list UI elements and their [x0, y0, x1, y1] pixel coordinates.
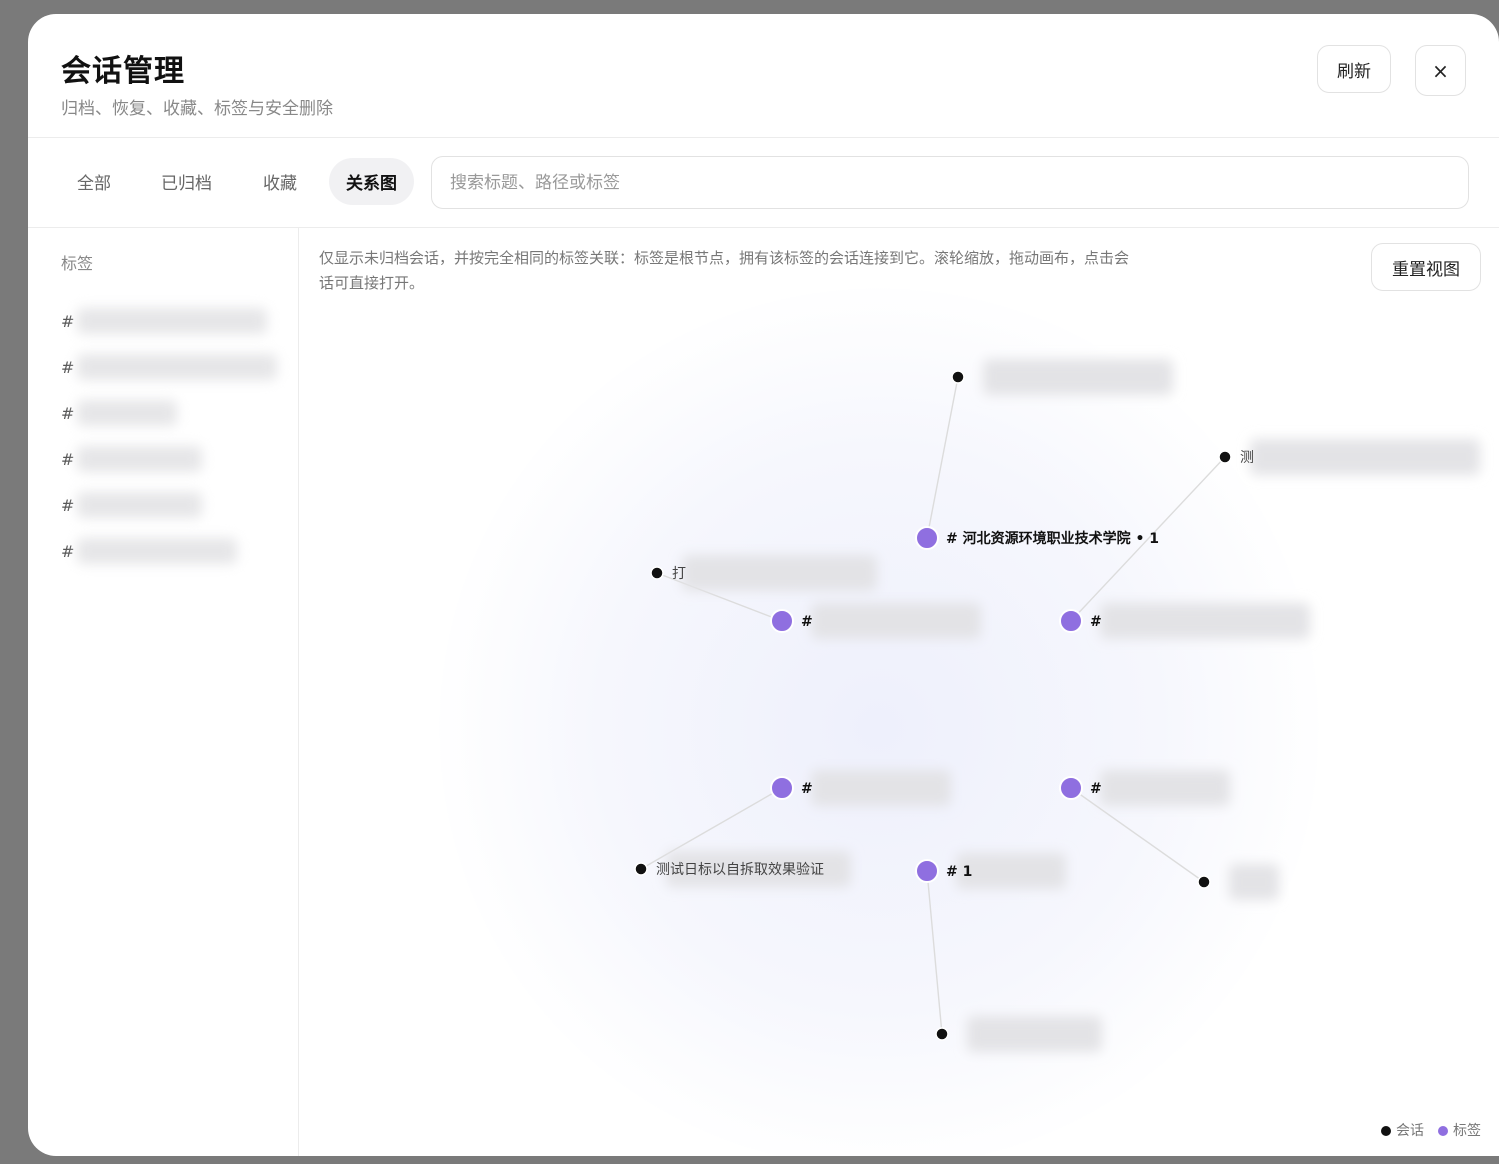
- legend-tag: 标签: [1438, 1120, 1481, 1140]
- session-dot-icon: [1381, 1126, 1391, 1136]
- session-node[interactable]: [935, 1016, 1102, 1052]
- tab-archived[interactable]: 已归档: [144, 158, 229, 205]
- session-node-dot[interactable]: [634, 862, 648, 876]
- hash-icon: #: [61, 541, 75, 561]
- blurred-tag-label: [77, 308, 267, 334]
- legend-session: 会话: [1381, 1120, 1424, 1140]
- tag-node[interactable]: #: [770, 603, 981, 639]
- tag-node[interactable]: #: [1059, 770, 1230, 806]
- session-node-dot[interactable]: [1218, 450, 1232, 464]
- hash-icon: #: [61, 357, 75, 377]
- blurred-node-label: [1229, 864, 1279, 900]
- tag-node[interactable]: # 河北资源环境职业技术学院 • 1: [915, 526, 1159, 550]
- blurred-tag-label: [77, 538, 237, 564]
- tag-node[interactable]: #: [1059, 603, 1310, 639]
- session-node-label: 测: [1240, 450, 1254, 466]
- dialog-title: 会话管理: [61, 54, 185, 89]
- sidebar-tag-item[interactable]: #: [61, 536, 291, 566]
- session-node-dot[interactable]: [650, 566, 664, 580]
- filter-toolbar: 全部 已归档 收藏 关系图: [28, 138, 1499, 228]
- search-input[interactable]: [431, 156, 1469, 209]
- sidebar-tag-item[interactable]: #: [61, 444, 291, 474]
- blurred-tag-label: [77, 446, 202, 472]
- hash-icon: #: [61, 495, 75, 515]
- blurred-tag-label: [77, 354, 277, 380]
- refresh-button[interactable]: 刷新: [1317, 45, 1391, 93]
- tag-node[interactable]: #: [770, 770, 951, 806]
- session-node[interactable]: 测试日标以自拆取效果验证: [634, 851, 851, 887]
- graph-edge: [926, 870, 943, 1035]
- close-button[interactable]: ×: [1415, 45, 1466, 96]
- blurred-node-label: [1250, 439, 1480, 475]
- tag-node-label: # 河北资源环境职业技术学院 • 1: [946, 530, 1159, 547]
- sidebar-tag-item[interactable]: #: [61, 398, 291, 428]
- sidebar-tag-item[interactable]: #: [61, 490, 291, 520]
- tag-node-dot[interactable]: [915, 526, 939, 550]
- blurred-node-label: [1100, 603, 1310, 639]
- graph-edge: [926, 376, 959, 539]
- tag-node-label: #: [1090, 614, 1102, 630]
- sidebar-tag-item[interactable]: #: [61, 352, 291, 382]
- tag-node-dot[interactable]: [770, 776, 794, 800]
- session-node[interactable]: [951, 359, 1173, 395]
- tag-node[interactable]: # 1: [915, 853, 1066, 889]
- session-node-dot[interactable]: [935, 1027, 949, 1041]
- tag-node-dot[interactable]: [770, 609, 794, 633]
- hash-icon: #: [61, 311, 75, 331]
- graph-svg[interactable]: # 河北资源环境职业技术学院 • 1 # # # # # 1 测打测试日标以自拆取效果验证: [299, 228, 1499, 1156]
- session-node-label: 打: [672, 565, 686, 582]
- tag-node-label: #: [801, 781, 813, 797]
- sidebar-tag-item[interactable]: #: [61, 306, 291, 336]
- tab-favorites[interactable]: 收藏: [246, 158, 314, 205]
- sidebar-heading: 标签: [61, 254, 94, 273]
- blurred-node-label: [956, 853, 1066, 889]
- blurred-node-label: [811, 603, 981, 639]
- blurred-node-label: [1100, 770, 1230, 806]
- relationship-graph-canvas[interactable]: 仅显示未归档会话，并按完全相同的标签关联：标签是根节点，拥有该标签的会话连接到它…: [299, 228, 1499, 1156]
- tag-node-dot[interactable]: [915, 859, 939, 883]
- tag-node-label: #: [801, 614, 813, 630]
- tag-node-label: #: [1090, 781, 1102, 797]
- tag-node-dot[interactable]: [1059, 609, 1083, 633]
- tag-sidebar: 标签 # # # # # #: [28, 228, 299, 1156]
- tag-dot-icon: [1438, 1126, 1448, 1136]
- blurred-node-label: [983, 359, 1173, 395]
- session-node-dot[interactable]: [951, 370, 965, 384]
- blurred-tag-label: [77, 400, 177, 426]
- hash-icon: #: [61, 403, 75, 423]
- hash-icon: #: [61, 449, 75, 469]
- session-node[interactable]: [1197, 864, 1279, 900]
- blurred-node-label: [967, 1016, 1102, 1052]
- tag-node-label: # 1: [946, 864, 972, 880]
- session-node[interactable]: 打: [650, 555, 877, 591]
- session-node-label: 测试日标以自拆取效果验证: [656, 862, 824, 878]
- dialog-subtitle: 归档、恢复、收藏、标签与安全删除: [61, 99, 333, 119]
- close-icon: ×: [1432, 58, 1449, 83]
- graph-legend: 会话 标签: [1381, 1120, 1481, 1140]
- session-manager-dialog: 会话管理 归档、恢复、收藏、标签与安全删除 刷新 × 全部 已归档 收藏 关系图…: [28, 14, 1499, 1156]
- blurred-node-label: [682, 555, 877, 591]
- blurred-tag-label: [77, 492, 202, 518]
- tab-graph[interactable]: 关系图: [329, 158, 414, 205]
- session-node-dot[interactable]: [1197, 875, 1211, 889]
- blurred-node-label: [811, 770, 951, 806]
- dialog-header: 会话管理 归档、恢复、收藏、标签与安全删除 刷新 ×: [28, 14, 1499, 138]
- session-node[interactable]: 测: [1218, 439, 1480, 475]
- tab-all[interactable]: 全部: [60, 158, 128, 205]
- tag-node-dot[interactable]: [1059, 776, 1083, 800]
